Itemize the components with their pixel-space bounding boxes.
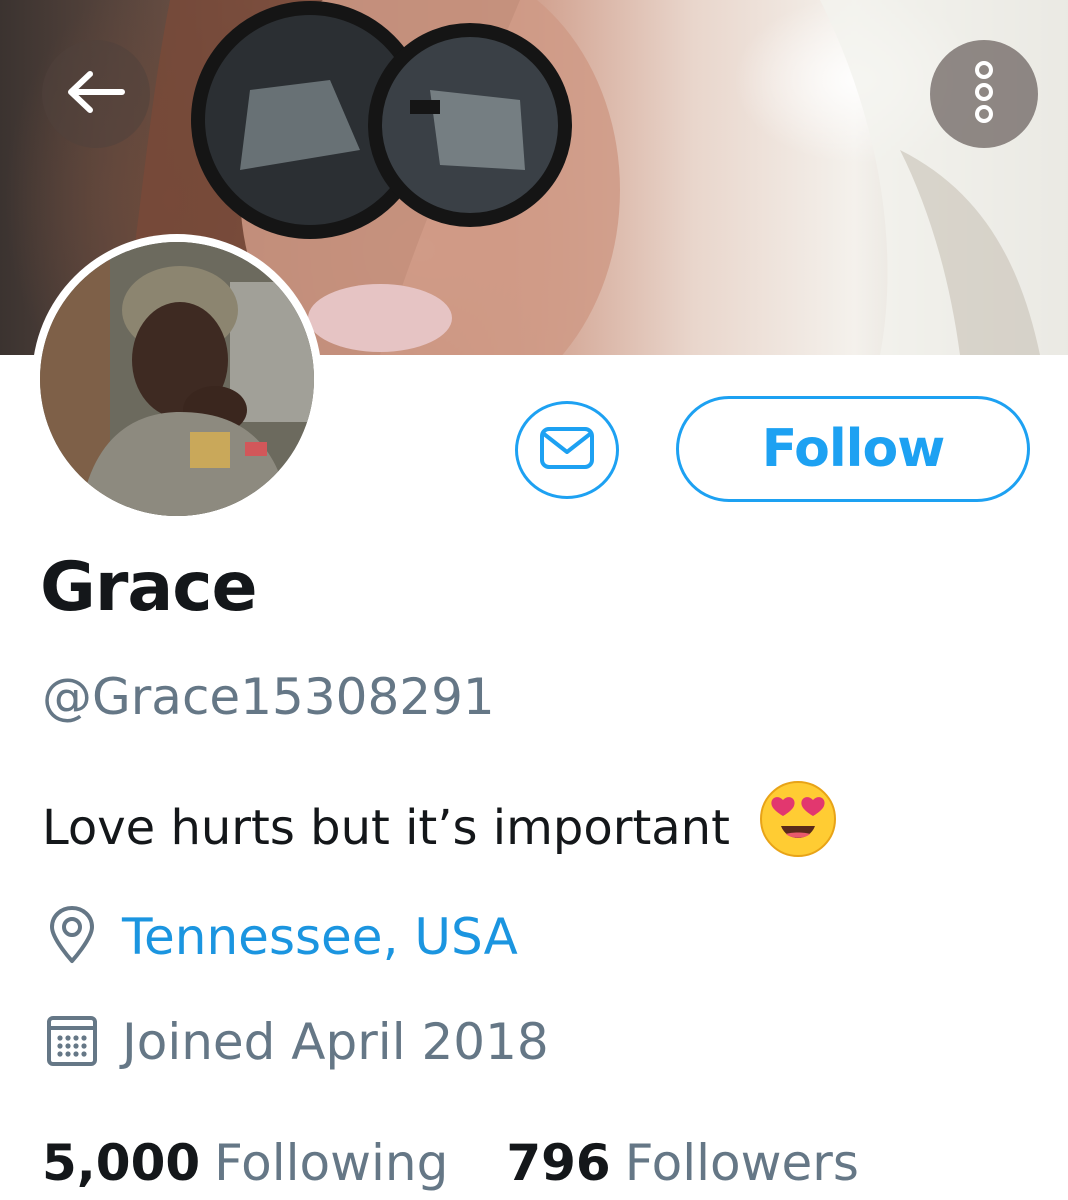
followers-stat[interactable]: 796 Followers <box>506 1134 859 1192</box>
followers-label: Followers <box>624 1134 859 1192</box>
follow-button[interactable]: Follow <box>676 396 1030 502</box>
avatar-photo <box>40 242 314 516</box>
bio-text: Love hurts but it’s important <box>42 800 730 856</box>
heart-eyes-emoji-icon <box>759 780 837 870</box>
more-vertical-icon <box>972 60 996 128</box>
following-stat[interactable]: 5,000 Following <box>42 1134 448 1192</box>
profile-name: Grace <box>40 548 258 627</box>
following-label: Following <box>214 1134 449 1192</box>
profile-location: Tennessee, USA <box>46 905 518 969</box>
more-options-button[interactable] <box>930 40 1038 148</box>
arrow-left-icon <box>64 70 128 118</box>
followers-count: 796 <box>506 1134 611 1192</box>
profile-joined-date: Joined April 2018 <box>46 1012 549 1072</box>
following-count: 5,000 <box>42 1134 201 1192</box>
location-pin-icon <box>46 905 98 969</box>
joined-date-text: Joined April 2018 <box>122 1013 549 1071</box>
calendar-icon <box>46 1012 98 1072</box>
avatar[interactable] <box>32 234 322 524</box>
back-button[interactable] <box>42 40 150 148</box>
profile-stats: 5,000 Following 796 Followers <box>42 1134 859 1192</box>
profile-bio: Love hurts but it’s important <box>42 781 837 876</box>
location-link[interactable]: Tennessee, USA <box>122 908 518 966</box>
follow-button-label: Follow <box>761 419 946 479</box>
profile-handle: @Grace15308291 <box>42 668 495 726</box>
envelope-icon <box>539 426 595 474</box>
message-button[interactable] <box>515 401 619 499</box>
